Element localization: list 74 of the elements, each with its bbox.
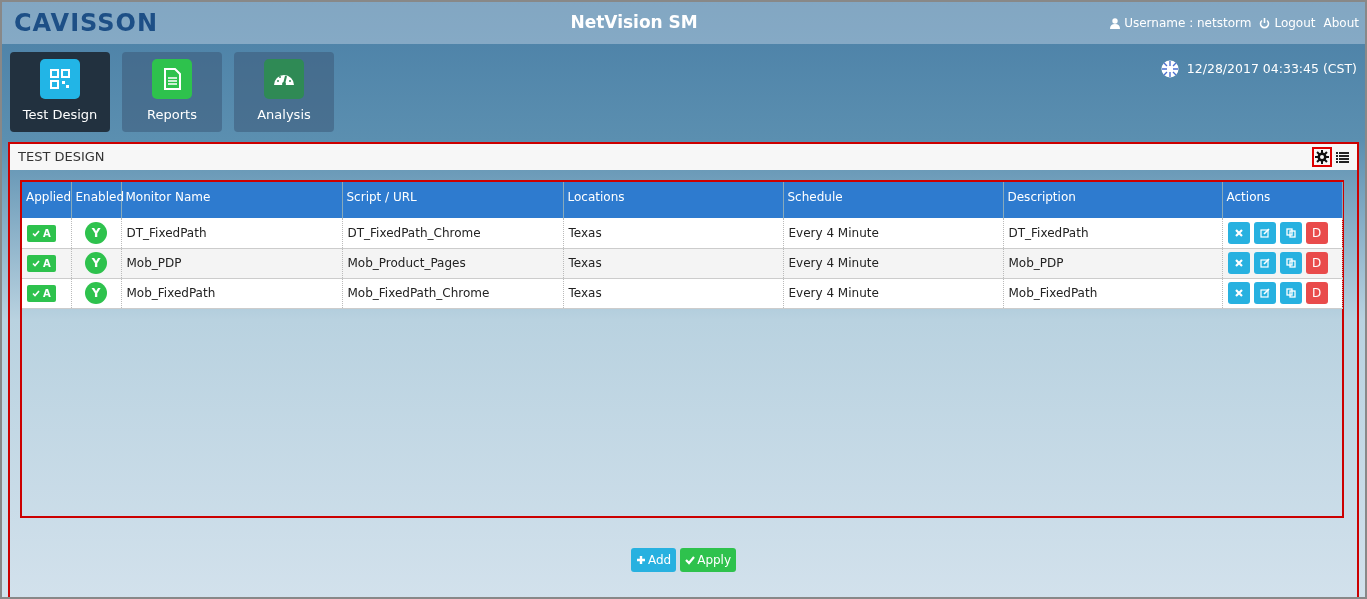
table-cell: Mob_Product_Pages <box>342 248 563 278</box>
table-cell: Mob_PDP <box>121 248 342 278</box>
app-title: NetVision SM <box>570 11 698 35</box>
applied-badge[interactable]: A <box>27 255 56 272</box>
stop-button[interactable] <box>1227 252 1250 274</box>
table-cell: Every 4 Minute <box>783 218 1003 248</box>
nav-tile[interactable]: Analysis <box>234 52 334 132</box>
copy-icon <box>1285 227 1296 238</box>
column-header[interactable]: Description <box>1003 182 1222 218</box>
column-header[interactable]: Actions <box>1222 182 1342 218</box>
pencil-icon <box>1259 258 1270 268</box>
table-cell: Mob_FixedPath <box>121 278 342 308</box>
table-cell: Mob_FixedPath <box>1003 278 1222 308</box>
copy-button[interactable] <box>1279 252 1302 274</box>
list-icon[interactable] <box>1336 151 1349 163</box>
column-header[interactable]: Applied <box>22 182 71 218</box>
column-header[interactable]: Schedule <box>783 182 1003 218</box>
edit-button[interactable] <box>1253 252 1276 274</box>
gauge-icon <box>264 59 304 100</box>
date-time: 12/28/2017 04:33:45 (CST) <box>1186 60 1357 78</box>
applied-badge[interactable]: A <box>27 224 56 242</box>
gear-icon <box>1315 150 1329 164</box>
table-cell: DT_FixedPath <box>121 218 342 248</box>
table-cell: Texas <box>563 218 783 248</box>
copy-button[interactable] <box>1279 282 1302 304</box>
username-label: Username : netstorm <box>1124 15 1252 32</box>
power-icon <box>1259 17 1271 29</box>
logo: CAVISSON <box>14 8 159 39</box>
plus-icon <box>635 555 646 565</box>
check-icon <box>32 229 40 237</box>
table-cell: Texas <box>563 278 783 308</box>
edit-button[interactable] <box>1253 221 1276 244</box>
check-icon <box>32 290 40 297</box>
table-cell: Every 4 Minute <box>783 278 1003 308</box>
copy-button[interactable] <box>1279 221 1302 244</box>
column-header[interactable]: Script / URL <box>342 182 563 218</box>
settings-button[interactable] <box>1312 147 1332 167</box>
panel-title: TEST DESIGN <box>18 148 105 167</box>
delete-button[interactable]: D <box>1305 282 1328 304</box>
about-link[interactable]: About <box>1323 14 1359 32</box>
add-button[interactable]: Add <box>630 548 677 572</box>
nav-tile[interactable]: Reports <box>122 52 222 132</box>
table-cell: DT_FixedPath <box>1003 218 1222 248</box>
stop-button[interactable] <box>1227 221 1250 244</box>
enabled-badge[interactable]: Y <box>85 252 107 274</box>
applied-badge[interactable]: A <box>27 285 56 302</box>
x-icon <box>1233 227 1244 238</box>
apply-button[interactable]: Apply <box>680 548 737 572</box>
logout-link[interactable]: Logout <box>1259 14 1316 32</box>
pencil-icon <box>1259 288 1270 298</box>
table-cell: Mob_PDP <box>1003 248 1222 278</box>
edit-button[interactable] <box>1253 282 1276 304</box>
delete-button[interactable]: D <box>1305 252 1328 274</box>
nav-tile[interactable]: Test Design <box>10 52 110 132</box>
copy-icon <box>1285 258 1296 268</box>
table-cell: DT_FixedPath_Chrome <box>342 218 563 248</box>
table-cell: Texas <box>563 248 783 278</box>
check-icon <box>32 260 40 267</box>
user-icon <box>1110 17 1121 29</box>
check-icon <box>685 555 696 565</box>
enabled-badge[interactable]: Y <box>85 282 107 304</box>
copy-icon <box>1285 288 1296 298</box>
enabled-badge[interactable]: Y <box>85 221 107 244</box>
table-cell: Mob_FixedPath_Chrome <box>342 278 563 308</box>
column-header[interactable]: Enabled <box>71 182 121 218</box>
x-icon <box>1233 288 1244 298</box>
qr-code-icon <box>40 59 80 100</box>
delete-button[interactable]: D <box>1305 221 1328 244</box>
stop-button[interactable] <box>1227 282 1250 304</box>
document-icon <box>152 59 192 100</box>
table-cell: Every 4 Minute <box>783 248 1003 278</box>
pencil-icon <box>1259 227 1270 238</box>
x-icon <box>1233 258 1244 268</box>
column-header[interactable]: Locations <box>563 182 783 218</box>
